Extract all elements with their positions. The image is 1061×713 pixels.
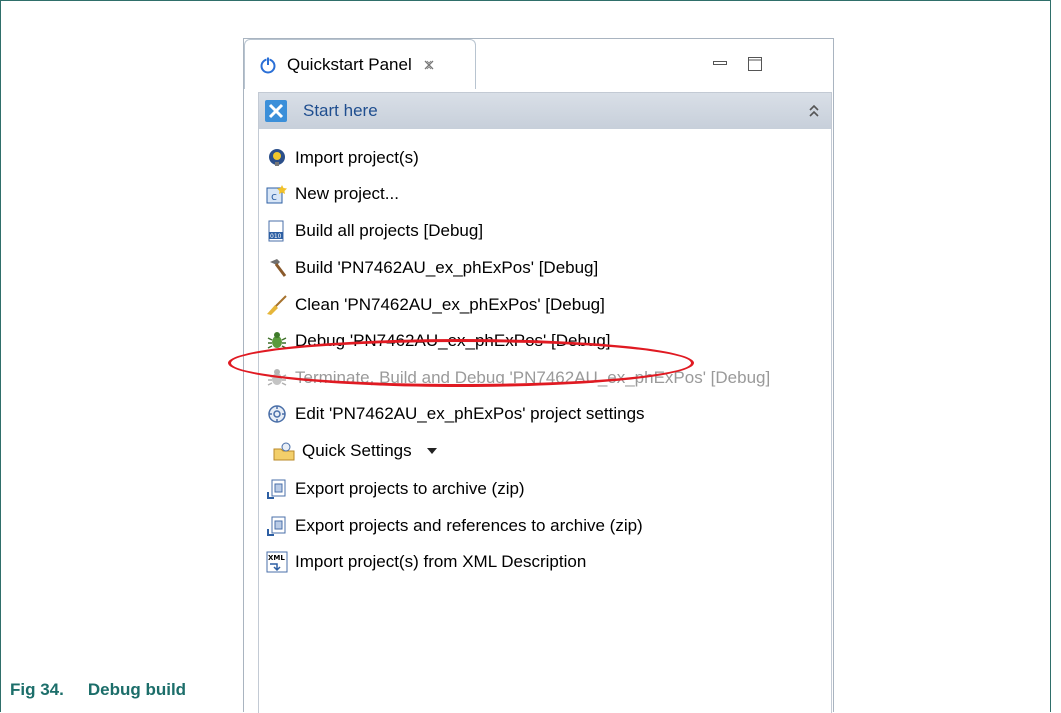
figure-caption: Fig 34. Debug build xyxy=(10,680,186,700)
hammer-icon xyxy=(270,259,287,277)
item-label: Import project(s) from XML Description xyxy=(295,552,587,571)
quick-settings-icon xyxy=(273,442,295,461)
item-label: Export projects to archive (zip) xyxy=(295,479,525,498)
collapse-chevrons-icon[interactable] xyxy=(807,104,821,118)
minimize-icon[interactable] xyxy=(713,61,727,65)
xml-import-icon: XML xyxy=(266,551,288,573)
item-import-xml[interactable]: XML Import project(s) from XML Descripti… xyxy=(259,547,831,577)
section-start-here[interactable]: Start here xyxy=(259,93,831,129)
highlight-ellipse xyxy=(228,339,694,387)
item-label: Export projects and references to archiv… xyxy=(295,516,643,535)
item-build-all[interactable]: 010 Build all projects [Debug] xyxy=(259,216,831,246)
broom-icon xyxy=(267,295,287,315)
item-build-project[interactable]: Build 'PN7462AU_ex_phExPos' [Debug] xyxy=(259,253,831,283)
svg-text:010: 010 xyxy=(270,233,282,240)
chevron-down-icon[interactable] xyxy=(426,447,438,455)
item-export-references[interactable]: Export projects and references to archiv… xyxy=(259,511,831,541)
power-icon xyxy=(260,56,276,73)
item-edit-settings[interactable]: Edit 'PN7462AU_ex_phExPos' project setti… xyxy=(259,399,831,429)
tab-quickstart-panel[interactable]: Quickstart Panel xyxy=(244,39,476,89)
item-clean-project[interactable]: Clean 'PN7462AU_ex_phExPos' [Debug] xyxy=(259,290,831,320)
item-label: Quick Settings xyxy=(302,441,412,460)
tab-label: Quickstart Panel xyxy=(287,54,412,74)
figure-title: Debug build xyxy=(87,680,187,699)
export-references-icon xyxy=(267,516,286,536)
import-bulb-icon xyxy=(269,149,285,166)
export-archive-icon xyxy=(267,479,286,499)
settings-icon xyxy=(268,405,286,423)
item-import-projects[interactable]: Import project(s) xyxy=(259,143,831,173)
item-export-archive[interactable]: Export projects to archive (zip) xyxy=(259,474,831,504)
item-label: Clean 'PN7462AU_ex_phExPos' [Debug] xyxy=(295,295,605,314)
start-x-icon xyxy=(265,100,287,122)
item-quick-settings[interactable]: Quick Settings xyxy=(259,436,831,466)
item-label: New project... xyxy=(295,184,399,203)
item-label: Edit 'PN7462AU_ex_phExPos' project setti… xyxy=(295,404,645,423)
item-new-project[interactable]: c New project... xyxy=(259,179,831,209)
maximize-icon[interactable] xyxy=(748,57,762,71)
panel-content: Start here Import project(s) c New proje… xyxy=(258,92,832,713)
close-icon[interactable] xyxy=(422,58,436,72)
section-label: Start here xyxy=(303,101,378,120)
tab-bar: Quickstart Panel xyxy=(244,39,833,92)
build-all-icon: 010 xyxy=(268,220,284,242)
item-label: Build all projects [Debug] xyxy=(295,221,484,240)
item-label: Import project(s) xyxy=(295,148,419,167)
svg-text:XML: XML xyxy=(268,554,285,562)
new-project-icon: c xyxy=(266,185,287,204)
figure-number: Fig 34. xyxy=(10,680,64,699)
item-label: Build 'PN7462AU_ex_phExPos' [Debug] xyxy=(295,258,599,277)
svg-text:c: c xyxy=(271,190,277,203)
